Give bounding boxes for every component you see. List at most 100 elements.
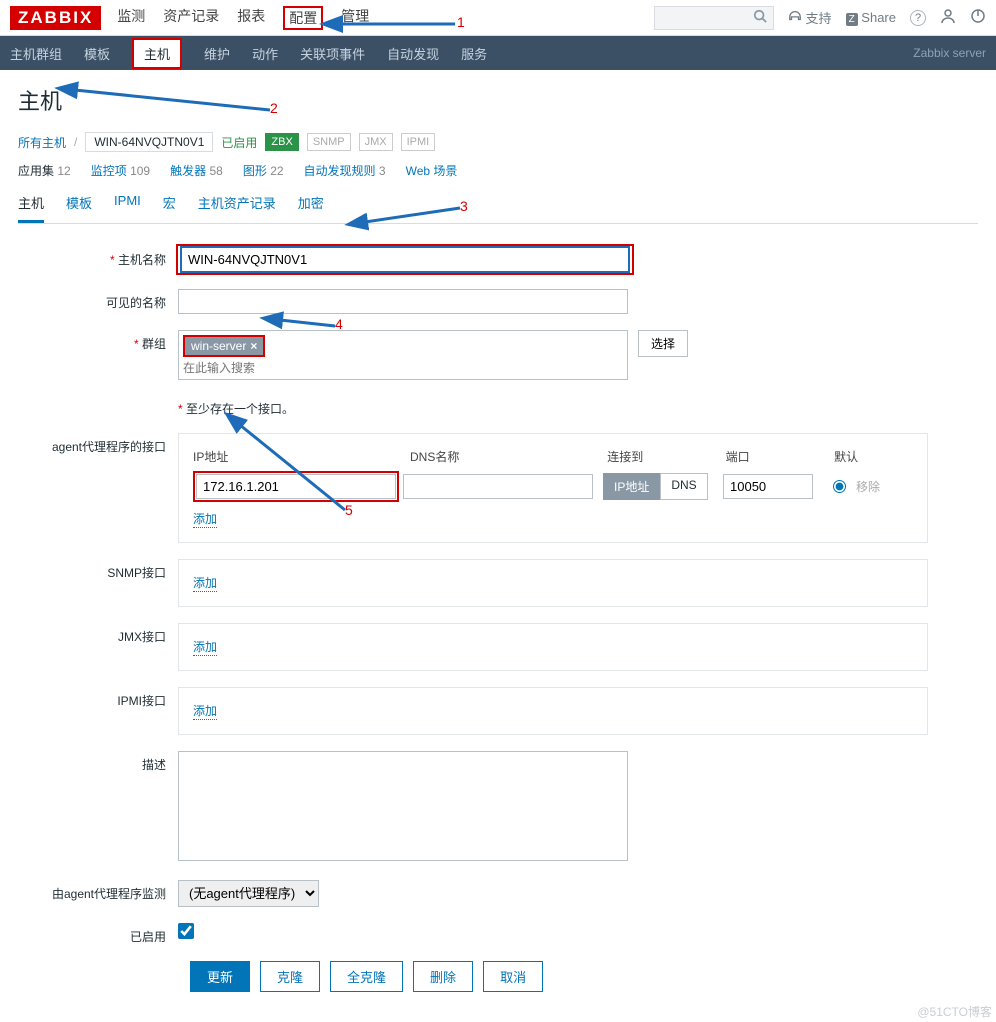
count-web[interactable]: Web 场景: [406, 162, 458, 179]
secnav-actions[interactable]: 动作: [252, 44, 278, 63]
secnav-templates[interactable]: 模板: [84, 44, 110, 63]
secnav-hosts[interactable]: 主机: [132, 38, 182, 69]
host-enabled-status: 已启用: [221, 134, 257, 151]
row-proxy: 由agent代理程序监测 (无agent代理程序): [18, 880, 978, 907]
hdr-dns: DNS名称: [410, 448, 607, 465]
clone-button[interactable]: 克隆: [260, 961, 320, 992]
breadcrumb-row: 所有主机 / WIN-64NVQJTN0V1 已启用 ZBX SNMP JMX …: [18, 132, 978, 152]
breadcrumb-all-hosts[interactable]: 所有主机: [18, 134, 66, 151]
hdr-conn: 连接到: [607, 448, 725, 465]
label-description: 描述: [18, 751, 178, 864]
row-iface-hint: * 至少存在一个接口。: [18, 396, 978, 417]
input-agent-port[interactable]: [723, 474, 813, 499]
support-link[interactable]: 支持: [788, 8, 832, 27]
tab-host[interactable]: 主机: [18, 193, 44, 223]
agent-iface-section: IP地址 DNS名称 连接到 端口 默认 IP地址 DNS: [178, 433, 928, 543]
share-label: Share: [861, 10, 896, 25]
group-chip[interactable]: win-server ×: [183, 335, 265, 357]
badge-ipmi: IPMI: [401, 133, 436, 151]
watermark: @51CTO博客: [917, 1003, 992, 1020]
input-agent-dns[interactable]: [403, 474, 593, 499]
count-applications[interactable]: 应用集 12: [18, 162, 71, 179]
add-agent-iface[interactable]: 添加: [193, 510, 217, 528]
nav-configuration[interactable]: 配置: [283, 6, 323, 30]
checkbox-enabled[interactable]: [178, 923, 194, 939]
count-graphs[interactable]: 图形 22: [243, 162, 284, 179]
count-items[interactable]: 监控项 109: [91, 162, 150, 179]
row-visiblename: 可见的名称: [18, 289, 978, 314]
badge-zbx: ZBX: [265, 133, 298, 151]
input-description[interactable]: [178, 751, 628, 861]
tab-ipmi[interactable]: IPMI: [114, 193, 141, 223]
secnav-correlation[interactable]: 关联项事件: [300, 44, 365, 63]
add-jmx-iface[interactable]: 添加: [193, 638, 217, 656]
label-snmp: SNMP接口: [18, 559, 178, 607]
tab-inventory[interactable]: 主机资产记录: [198, 193, 276, 223]
row-enabled: 已启用: [18, 923, 978, 945]
input-agent-ip[interactable]: [196, 474, 396, 499]
tab-macros[interactable]: 宏: [163, 193, 176, 223]
label-proxy: 由agent代理程序监测: [18, 880, 178, 907]
row-groups: 群组 win-server × 选择: [18, 330, 978, 380]
secnav-discovery[interactable]: 自动发现: [387, 44, 439, 63]
secnav-services[interactable]: 服务: [461, 44, 487, 63]
help-icon[interactable]: ?: [910, 10, 926, 26]
power-icon[interactable]: [970, 8, 986, 27]
full-clone-button[interactable]: 全克隆: [330, 961, 403, 992]
headset-icon: [788, 9, 802, 26]
group-search-input[interactable]: [183, 361, 623, 375]
nav-inventory[interactable]: 资产记录: [163, 6, 219, 30]
server-name: Zabbix server: [913, 46, 986, 60]
label-agent-iface: agent代理程序的接口: [18, 433, 178, 543]
hdr-default: 默认: [834, 448, 913, 465]
count-triggers[interactable]: 触发器 58: [170, 162, 223, 179]
select-groups-button[interactable]: 选择: [638, 330, 688, 357]
input-visiblename[interactable]: [178, 289, 628, 314]
support-label: 支持: [806, 11, 832, 26]
group-chip-remove-icon[interactable]: ×: [250, 339, 257, 353]
badge-snmp: SNMP: [307, 133, 351, 151]
groups-field[interactable]: win-server ×: [178, 330, 628, 380]
add-ipmi-iface[interactable]: 添加: [193, 702, 217, 720]
user-icon[interactable]: [940, 8, 956, 27]
tab-encryption[interactable]: 加密: [298, 193, 324, 223]
secnav-hostgroups[interactable]: 主机群组: [10, 44, 62, 63]
z-icon: Z: [846, 13, 858, 26]
action-buttons: 更新 克隆 全克隆 删除 取消: [190, 961, 978, 992]
radio-agent-default[interactable]: [833, 480, 846, 493]
secnav-maintenance[interactable]: 维护: [204, 44, 230, 63]
search-icon: [753, 9, 767, 26]
cancel-button[interactable]: 取消: [483, 961, 543, 992]
row-jmx-iface: JMX接口 添加: [18, 623, 978, 671]
iface-hint-text: 至少存在一个接口。: [186, 402, 294, 416]
group-chip-label: win-server: [191, 339, 246, 353]
global-search[interactable]: [654, 6, 774, 30]
label-hostname: 主机名称: [18, 246, 178, 273]
counts-row: 应用集 12 监控项 109 触发器 58 图形 22 自动发现规则 3 Web…: [18, 162, 978, 179]
secondary-nav: 主机群组 模板 主机 维护 动作 关联项事件 自动发现 服务 Zabbix se…: [0, 36, 996, 70]
update-button[interactable]: 更新: [190, 961, 250, 992]
row-ipmi-iface: IPMI接口 添加: [18, 687, 978, 735]
delete-button[interactable]: 删除: [413, 961, 473, 992]
label-visiblename: 可见的名称: [18, 289, 178, 314]
row-agent-iface: agent代理程序的接口 IP地址 DNS名称 连接到 端口 默认 IP地址: [18, 433, 978, 543]
tab-templates[interactable]: 模板: [66, 193, 92, 223]
label-enabled: 已启用: [18, 923, 178, 945]
row-hostname: 主机名称: [18, 246, 978, 273]
breadcrumb-current: WIN-64NVQJTN0V1: [85, 132, 213, 152]
nav-reports[interactable]: 报表: [237, 6, 265, 30]
conn-dns-button[interactable]: DNS: [660, 473, 707, 500]
conn-ip-button[interactable]: IP地址: [603, 473, 660, 500]
remove-agent-iface[interactable]: 移除: [856, 478, 880, 495]
nav-monitoring[interactable]: 监测: [117, 6, 145, 30]
input-hostname[interactable]: [180, 246, 630, 273]
select-proxy[interactable]: (无agent代理程序): [178, 880, 319, 907]
add-snmp-iface[interactable]: 添加: [193, 574, 217, 592]
badge-jmx: JMX: [359, 133, 393, 151]
nav-administration[interactable]: 管理: [341, 6, 369, 30]
count-discovery[interactable]: 自动发现规则 3: [304, 162, 386, 179]
label-jmx: JMX接口: [18, 623, 178, 671]
label-ipmi: IPMI接口: [18, 687, 178, 735]
row-snmp-iface: SNMP接口 添加: [18, 559, 978, 607]
share-link[interactable]: Z Share: [846, 10, 896, 25]
